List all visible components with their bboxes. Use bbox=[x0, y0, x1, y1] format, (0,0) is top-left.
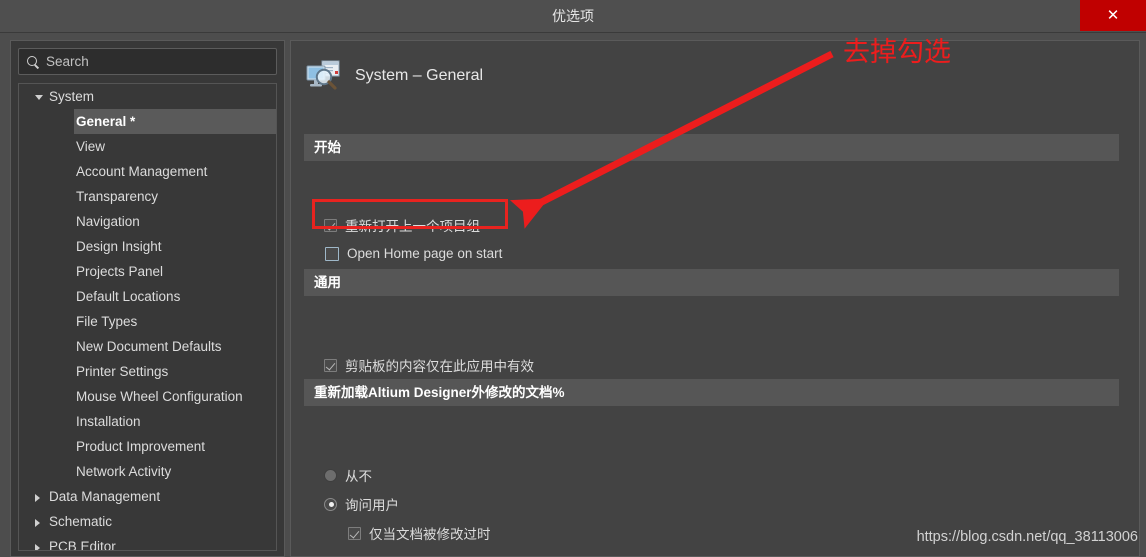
page-title: System – General bbox=[355, 67, 484, 84]
sidebar-item-label: Transparency bbox=[76, 189, 159, 204]
sidebar-item-label: Navigation bbox=[76, 214, 140, 229]
sidebar-item-label: Installation bbox=[76, 414, 141, 429]
sidebar-item-label: Account Management bbox=[76, 164, 208, 179]
close-button[interactable]: ✕ bbox=[1080, 0, 1146, 31]
section-header-start: 开始 bbox=[304, 134, 1119, 161]
sidebar-item-system[interactable]: System bbox=[19, 84, 276, 109]
sidebar-item-transparency[interactable]: Transparency bbox=[19, 184, 276, 209]
checkbox-row-open-home-page-on-start[interactable]: Open Home page on start bbox=[325, 246, 502, 261]
search-icon bbox=[27, 55, 39, 68]
sidebar-item-default-locations[interactable]: Default Locations bbox=[19, 284, 276, 309]
checkbox-icon[interactable] bbox=[325, 246, 339, 261]
section-header-reload-documents: 重新加载Altium Designer外修改的文档% bbox=[304, 379, 1119, 406]
checkbox-row-reopen-project-group[interactable]: 重新打开上一个项目组 bbox=[324, 215, 480, 235]
chevron-right-icon[interactable] bbox=[35, 494, 40, 502]
checkbox-icon[interactable] bbox=[324, 218, 337, 232]
checkbox-icon[interactable] bbox=[324, 358, 337, 372]
option-label: 重新打开上一个项目组 bbox=[345, 219, 480, 234]
option-label: 仅当文档被修改过时 bbox=[369, 527, 491, 542]
search-box[interactable] bbox=[18, 48, 277, 75]
preferences-dialog: 优选项 ✕ System General * View Account Managem… bbox=[0, 0, 1146, 557]
checkbox-row-clipboard-local-only[interactable]: 剪贴板的内容仅在此应用中有效 bbox=[324, 355, 534, 375]
system-general-icon bbox=[305, 59, 341, 93]
sidebar-item-label: PCB Editor bbox=[49, 539, 116, 551]
sidebar-item-label: Projects Panel bbox=[76, 264, 164, 279]
chevron-right-icon[interactable] bbox=[35, 519, 40, 527]
sidebar-item-label: Mouse Wheel Configuration bbox=[76, 389, 243, 404]
dialog-body: System General * View Account Management Tra… bbox=[0, 33, 1146, 557]
section-header-general: 通用 bbox=[304, 269, 1119, 296]
radio-icon[interactable] bbox=[324, 468, 337, 482]
settings-tree[interactable]: System General * View Account Management Tra… bbox=[18, 83, 277, 551]
search-input[interactable] bbox=[46, 54, 268, 69]
sidebar-item-label: Schematic bbox=[49, 514, 113, 529]
sidebar-item-printer-settings[interactable]: Printer Settings bbox=[19, 359, 276, 384]
option-label: 从不 bbox=[345, 469, 372, 484]
radio-row-ask-user[interactable]: 询问用户 bbox=[324, 494, 399, 514]
sidebar-item-installation[interactable]: Installation bbox=[19, 409, 276, 434]
sidebar-item-pcb-editor[interactable]: PCB Editor bbox=[19, 534, 276, 551]
sidebar-item-schematic[interactable]: Schematic bbox=[19, 509, 276, 534]
sidebar-item-label: General * bbox=[76, 114, 136, 129]
checkbox-row-only-when-modified[interactable]: 仅当文档被修改过时 bbox=[348, 523, 491, 543]
chevron-down-icon[interactable] bbox=[35, 95, 43, 100]
option-label: 剪贴板的内容仅在此应用中有效 bbox=[345, 359, 534, 374]
sidebar-item-label: Product Improvement bbox=[76, 439, 206, 454]
sidebar-item-mouse-wheel-configuration[interactable]: Mouse Wheel Configuration bbox=[19, 384, 276, 409]
sidebar-item-file-types[interactable]: File Types bbox=[19, 309, 276, 334]
page-header: System – General bbox=[305, 59, 483, 93]
sidebar-item-general[interactable]: General * bbox=[74, 109, 276, 134]
sidebar-item-label: Data Management bbox=[49, 489, 161, 504]
sidebar-item-label: Design Insight bbox=[76, 239, 162, 254]
option-label: 总是 bbox=[345, 552, 372, 556]
sidebar-item-label: Network Activity bbox=[76, 464, 172, 479]
sidebar-item-label: File Types bbox=[76, 314, 138, 329]
sidebar-item-label: View bbox=[76, 139, 106, 154]
chevron-right-icon[interactable] bbox=[35, 544, 40, 550]
sidebar-item-projects-panel[interactable]: Projects Panel bbox=[19, 259, 276, 284]
sidebar-item-label: New Document Defaults bbox=[76, 339, 222, 354]
title-bar: 优选项 ✕ bbox=[0, 0, 1146, 33]
close-icon: ✕ bbox=[1106, 6, 1120, 24]
radio-icon[interactable] bbox=[324, 497, 337, 511]
sidebar-item-design-insight[interactable]: Design Insight bbox=[19, 234, 276, 259]
sidebar-item-account-management[interactable]: Account Management bbox=[19, 159, 276, 184]
sidebar-item-view[interactable]: View bbox=[19, 134, 276, 159]
checkbox-icon[interactable] bbox=[348, 526, 361, 540]
sidebar-item-product-improvement[interactable]: Product Improvement bbox=[19, 434, 276, 459]
settings-panel: System – General 开始 重新打开上一个项目组 Open Home… bbox=[290, 40, 1140, 557]
sidebar-item-network-activity[interactable]: Network Activity bbox=[19, 459, 276, 484]
sidebar: System General * View Account Management Tra… bbox=[10, 40, 285, 557]
radio-row-never[interactable]: 从不 bbox=[324, 465, 372, 485]
sidebar-item-navigation[interactable]: Navigation bbox=[19, 209, 276, 234]
sidebar-item-label: System bbox=[49, 89, 95, 104]
option-label: 询问用户 bbox=[345, 498, 399, 513]
sidebar-item-data-management[interactable]: Data Management bbox=[19, 484, 276, 509]
window-title: 优选项 bbox=[552, 8, 594, 24]
radio-row-always[interactable]: 总是 bbox=[324, 552, 372, 556]
sidebar-item-label: Printer Settings bbox=[76, 364, 169, 379]
watermark: https://blog.csdn.net/qq_38113006 bbox=[916, 529, 1138, 545]
sidebar-item-new-document-defaults[interactable]: New Document Defaults bbox=[19, 334, 276, 359]
sidebar-item-label: Default Locations bbox=[76, 289, 181, 304]
option-label: Open Home page on start bbox=[347, 246, 503, 261]
